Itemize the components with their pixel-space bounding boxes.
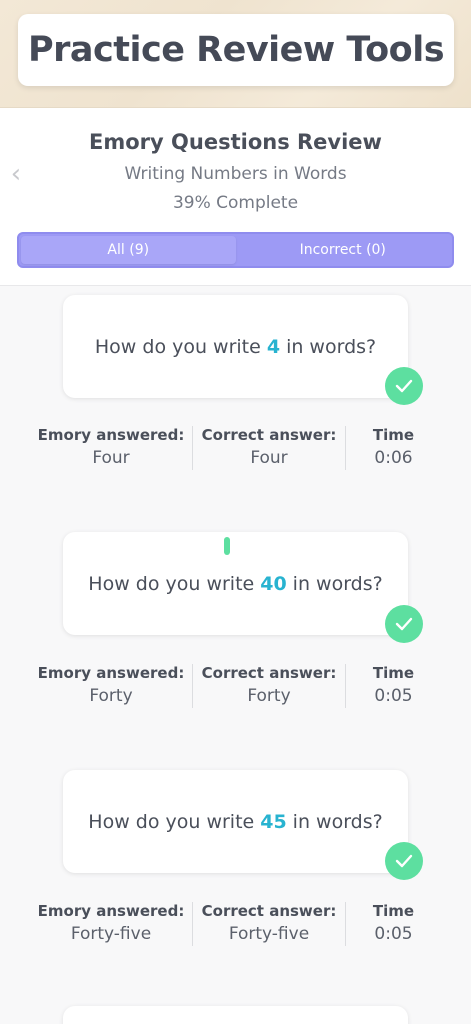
filter-tabs: All (9) Incorrect (0)	[17, 232, 454, 268]
emory-answered: Emory answered: Forty	[30, 664, 192, 708]
banner-card: Practice Review Tools	[18, 14, 454, 86]
correct-answer-label: Correct answer:	[201, 902, 337, 920]
status-indicator	[224, 537, 230, 555]
time-label: Time	[372, 902, 415, 920]
checkmark-icon	[385, 605, 423, 643]
correct-answer-value: Four	[250, 448, 288, 468]
correct-answer: Correct answer: Forty-five	[193, 902, 345, 946]
correct-answer: Correct answer: Forty	[193, 664, 345, 708]
time: Time 0:05	[346, 902, 441, 946]
answer-row: Emory answered: Forty-five Correct answe…	[30, 902, 441, 946]
question-prefix: How do you write	[94, 335, 261, 358]
question-number: 45	[260, 810, 287, 833]
emory-answered-label: Emory answered:	[37, 664, 185, 682]
tab-incorrect[interactable]: Incorrect (0)	[236, 236, 451, 264]
checkmark-icon	[385, 842, 423, 880]
correct-answer-label: Correct answer:	[201, 426, 337, 444]
tab-all[interactable]: All (9)	[21, 236, 236, 264]
banner: Practice Review Tools	[0, 0, 471, 108]
time-value: 0:06	[374, 448, 413, 468]
emory-answered: Emory answered: Forty-five	[30, 902, 192, 946]
question-prefix: How do you write	[88, 572, 255, 595]
time: Time 0:05	[346, 664, 441, 708]
checkmark-icon	[385, 367, 423, 405]
question-card[interactable]	[63, 1006, 408, 1024]
answer-row: Emory answered: Forty Correct answer: Fo…	[30, 664, 441, 708]
question-card[interactable]: How do you write 40 in words?	[63, 532, 408, 635]
time-label: Time	[372, 426, 415, 444]
question-number: 40	[260, 572, 287, 595]
time-value: 0:05	[374, 924, 413, 944]
time-value: 0:05	[374, 686, 413, 706]
answer-row: Emory answered: Four Correct answer: Fou…	[30, 426, 441, 470]
emory-answered: Emory answered: Four	[30, 426, 192, 470]
question-suffix: in words?	[286, 335, 377, 358]
correct-answer-value: Forty	[247, 686, 291, 706]
correct-answer-value: Forty-five	[228, 924, 310, 944]
emory-answered-value: Forty-five	[70, 924, 152, 944]
emory-answered-label: Emory answered:	[37, 902, 185, 920]
page-title: Emory Questions Review	[89, 130, 382, 154]
question-number: 4	[266, 335, 281, 358]
emory-answered-value: Four	[92, 448, 130, 468]
correct-answer: Correct answer: Four	[193, 426, 345, 470]
progress-text: 39% Complete	[172, 193, 299, 213]
question-suffix: in words?	[292, 572, 383, 595]
review-header: ‹ Emory Questions Review Writing Numbers…	[0, 108, 471, 286]
correct-answer-label: Correct answer:	[201, 664, 337, 682]
time: Time 0:06	[346, 426, 441, 470]
question-card[interactable]: How do you write 4 in words?	[63, 295, 408, 398]
banner-title: Practice Review Tools	[27, 30, 445, 70]
question-suffix: in words?	[292, 810, 383, 833]
emory-answered-label: Emory answered:	[37, 426, 185, 444]
question-card[interactable]: How do you write 45 in words?	[63, 770, 408, 873]
page-subtitle: Writing Numbers in Words	[124, 164, 347, 184]
question-prefix: How do you write	[88, 810, 255, 833]
emory-answered-value: Forty	[89, 686, 133, 706]
time-label: Time	[372, 664, 415, 682]
